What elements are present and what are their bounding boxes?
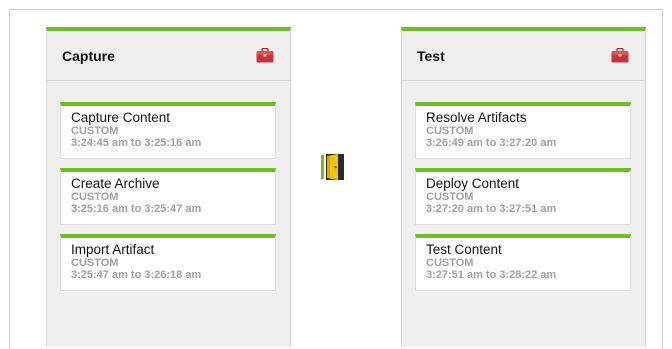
job-time: 3:25:47 am to 3:26:18 am: [71, 269, 202, 281]
job-time: 3:25:16 am to 3:25:47 am: [71, 203, 202, 215]
stage-header: Capture: [47, 31, 290, 81]
job-time: 3:27:20 am to 3:27:51 am: [426, 203, 557, 215]
job-list: Capture Content CUSTOM 3:24:45 am to 3:2…: [60, 102, 276, 300]
job-list: Resolve Artifacts CUSTOM 3:26:49 am to 3…: [415, 102, 631, 300]
job-card-create-archive[interactable]: Create Archive CUSTOM 3:25:16 am to 3:25…: [60, 168, 276, 225]
stage-test: Test Resolve Artifacts CUSTOM 3:26:49 am…: [401, 27, 646, 347]
job-card-deploy-content[interactable]: Deploy Content CUSTOM 3:27:20 am to 3:27…: [415, 168, 631, 225]
toolbox-icon[interactable]: [256, 48, 274, 63]
job-name: Capture Content: [71, 110, 171, 125]
job-time: 3:24:45 am to 3:25:16 am: [71, 137, 202, 149]
stage-title: Capture: [62, 48, 115, 64]
job-time: 3:27:51 am to 3:28:22 am: [426, 269, 557, 281]
job-type: CUSTOM: [426, 257, 474, 269]
job-card-test-content[interactable]: Test Content CUSTOM 3:27:51 am to 3:28:2…: [415, 234, 631, 291]
gate-door-icon[interactable]: [321, 153, 346, 181]
job-type: CUSTOM: [71, 191, 119, 203]
stage-header: Test: [402, 31, 645, 81]
job-name: Test Content: [426, 242, 502, 257]
job-type: CUSTOM: [71, 257, 119, 269]
stage-capture: Capture Capture Content CUSTOM 3:24:45 a…: [46, 27, 291, 347]
job-card-capture-content[interactable]: Capture Content CUSTOM 3:24:45 am to 3:2…: [60, 102, 276, 159]
job-name: Deploy Content: [426, 176, 520, 191]
job-name: Resolve Artifacts: [426, 110, 527, 125]
stage-title: Test: [417, 48, 445, 64]
job-type: CUSTOM: [71, 125, 119, 137]
job-time: 3:26:49 am to 3:27:20 am: [426, 137, 557, 149]
job-name: Import Artifact: [71, 242, 155, 257]
job-type: CUSTOM: [426, 125, 474, 137]
job-card-resolve-artifacts[interactable]: Resolve Artifacts CUSTOM 3:26:49 am to 3…: [415, 102, 631, 159]
toolbox-icon[interactable]: [611, 48, 629, 63]
job-card-import-artifact[interactable]: Import Artifact CUSTOM 3:25:47 am to 3:2…: [60, 234, 276, 291]
job-name: Create Archive: [71, 176, 160, 191]
job-type: CUSTOM: [426, 191, 474, 203]
